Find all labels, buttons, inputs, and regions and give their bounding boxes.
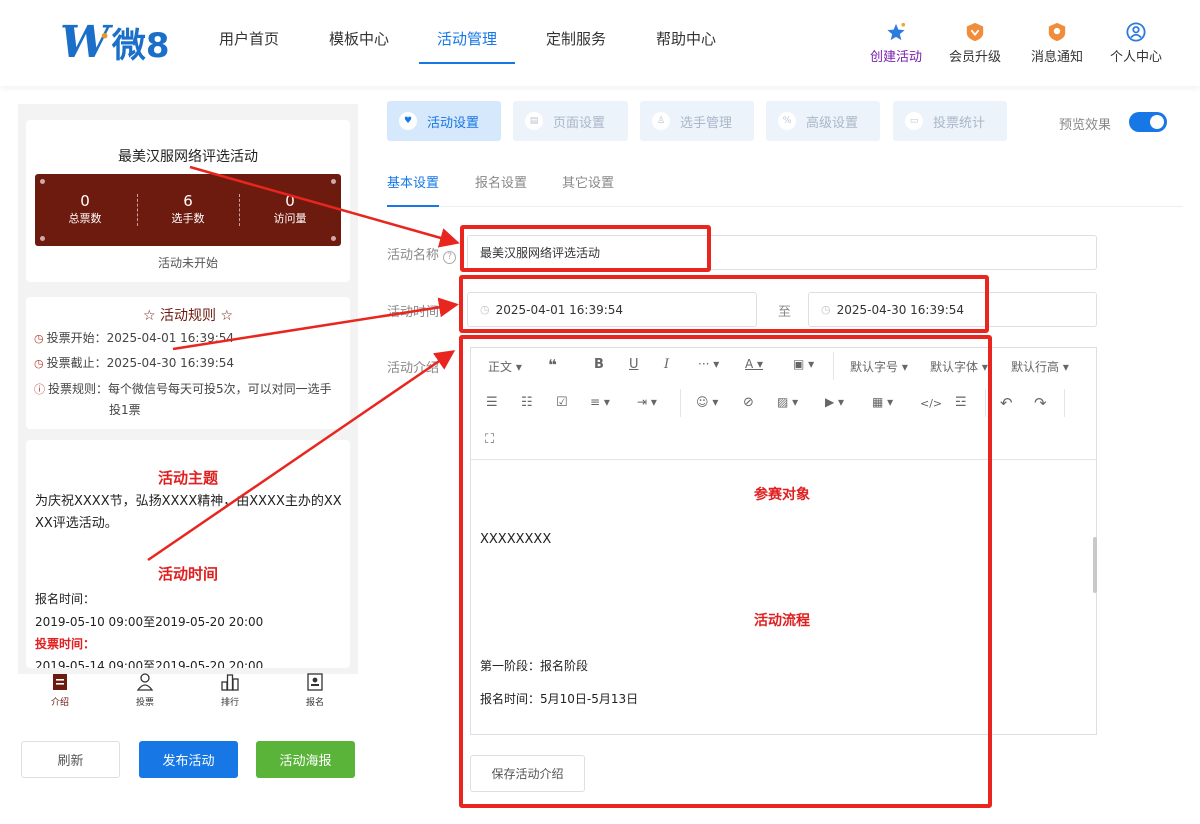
arrow-intro-to-editor (147, 350, 456, 562)
arrow-rules-to-time (172, 297, 459, 351)
annotation-arrows (147, 165, 460, 562)
arrow-title-to-name (189, 165, 460, 248)
